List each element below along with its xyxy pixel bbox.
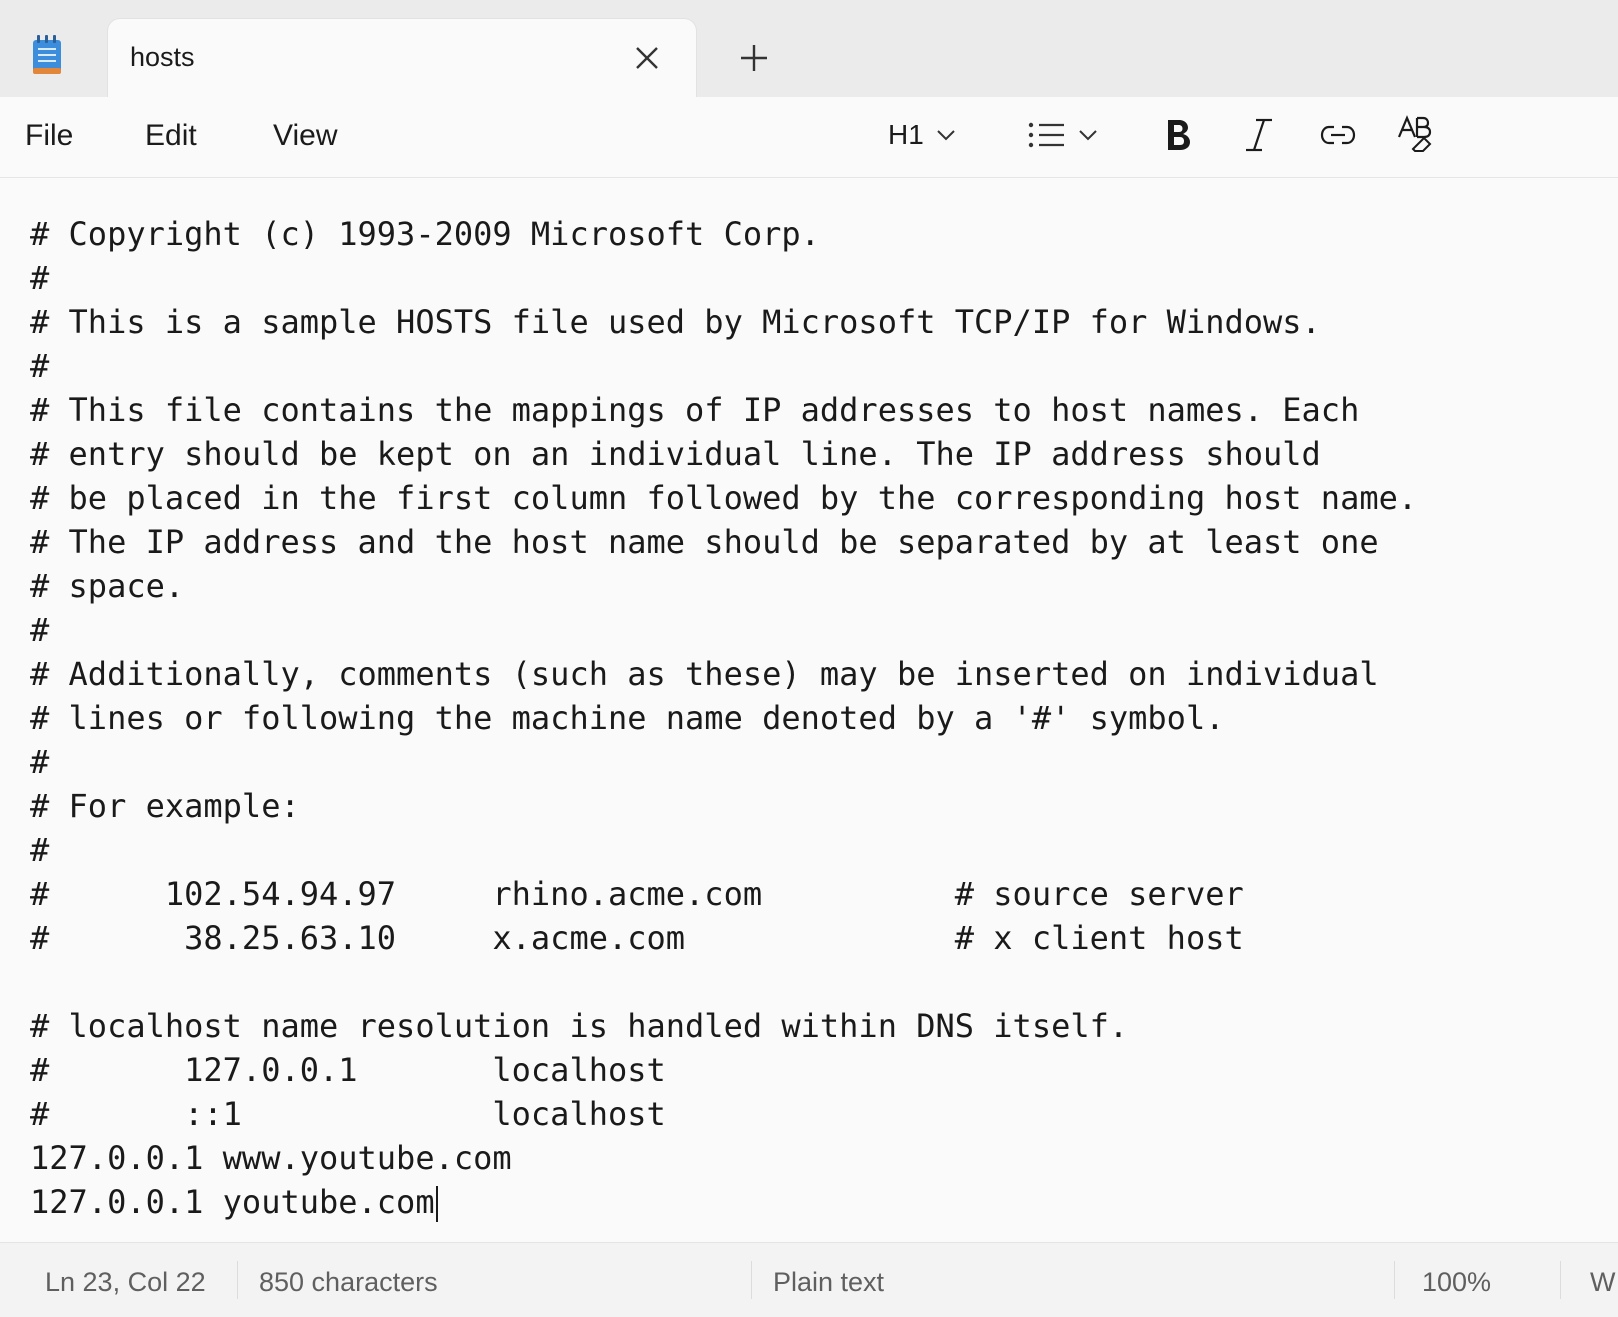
close-icon[interactable] [630, 41, 664, 75]
editor-line: # 38.25.63.10 x.acme.com # x client host [30, 919, 1244, 957]
menu-file[interactable]: File [25, 119, 73, 153]
heading-label: H1 [888, 119, 924, 150]
link-icon [1320, 125, 1356, 145]
line-ending[interactable]: W [1590, 1267, 1615, 1298]
editor-line: # This file contains the mappings of IP … [30, 391, 1360, 429]
editor-line: # For example: [30, 787, 300, 825]
editor-line: # entry should be kept on an individual … [30, 435, 1321, 473]
list-dropdown[interactable] [1028, 111, 1098, 159]
menu-edit[interactable]: Edit [145, 119, 197, 153]
heading-dropdown[interactable]: H1 [888, 111, 956, 159]
cursor-position[interactable]: Ln 23, Col 22 [45, 1267, 206, 1298]
plus-icon[interactable] [736, 40, 772, 76]
status-divider [237, 1261, 238, 1299]
italic-button[interactable] [1244, 111, 1274, 159]
bold-button[interactable] [1163, 111, 1193, 159]
editor-line-text: 127.0.0.1 youtube.com [30, 1183, 435, 1221]
clear-formatting-button[interactable] [1397, 111, 1435, 159]
editor-line: # space. [30, 567, 185, 605]
clear-formatting-icon [1397, 115, 1432, 152]
chevron-down-icon [1079, 130, 1097, 141]
title-bar: hosts [0, 0, 1618, 97]
notepad-app-icon [33, 35, 61, 74]
menu-bar: File Edit View H1 [0, 97, 1618, 178]
tab-title: hosts [130, 42, 195, 72]
bold-icon [1168, 120, 1190, 150]
chevron-down-icon [937, 130, 955, 141]
editor-line: 127.0.0.1 www.youtube.com [30, 1139, 512, 1177]
status-divider [1560, 1261, 1561, 1299]
status-divider [751, 1261, 752, 1299]
bulleted-list-icon [1028, 122, 1064, 148]
status-bar: Ln 23, Col 22 850 characters Plain text … [0, 1242, 1618, 1317]
editor-line: # [30, 347, 50, 385]
editor-line: # [30, 743, 50, 781]
editor-line: # be placed in the first column followed… [30, 479, 1418, 517]
character-count: 850 characters [259, 1267, 438, 1297]
text-caret [435, 1186, 438, 1222]
editor-line: # lines or following the machine name de… [30, 699, 1225, 737]
editor-line: # The IP address and the host name shoul… [30, 523, 1379, 561]
editor-line-current: 127.0.0.1 youtube.com [30, 1180, 438, 1224]
italic-icon [1246, 118, 1272, 152]
editor-line: # [30, 831, 50, 869]
editor-line: # This is a sample HOSTS file used by Mi… [30, 303, 1321, 341]
editor-line: # [30, 259, 50, 297]
zoom-level[interactable]: 100% [1422, 1267, 1491, 1298]
text-format[interactable]: Plain text [773, 1267, 884, 1298]
status-divider [1394, 1261, 1395, 1299]
editor-line: # Copyright (c) 1993-2009 Microsoft Corp… [30, 215, 820, 253]
link-button[interactable] [1319, 111, 1357, 159]
editor-line: # localhost name resolution is handled w… [30, 1007, 1129, 1045]
editor-line: # [30, 611, 50, 649]
notepad-window: hosts File Edit View H1 # Copyright (c) … [0, 0, 1618, 1317]
editor-line: # Additionally, comments (such as these)… [30, 655, 1379, 693]
text-editor[interactable]: # Copyright (c) 1993-2009 Microsoft Corp… [0, 178, 1618, 1241]
editor-line: # ::1 localhost [30, 1095, 666, 1133]
editor-line: # 127.0.0.1 localhost [30, 1051, 666, 1089]
tab-hosts[interactable]: hosts [108, 19, 696, 97]
menu-view[interactable]: View [273, 119, 337, 153]
editor-line: # 102.54.94.97 rhino.acme.com # source s… [30, 875, 1244, 913]
